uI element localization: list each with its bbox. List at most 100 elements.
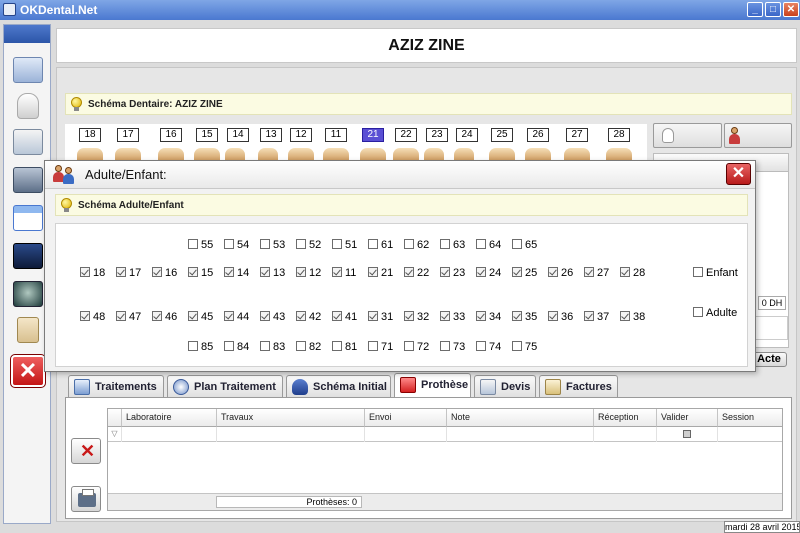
tooth-14[interactable]: 14 <box>227 128 249 142</box>
tooth-checkbox-41[interactable]: 41 <box>332 311 357 325</box>
tooth-checkbox-83[interactable]: 83 <box>260 341 285 355</box>
table-cell[interactable] <box>365 427 447 442</box>
tooth-checkbox-28[interactable]: 28 <box>620 267 645 281</box>
tooth-18[interactable]: 18 <box>79 128 101 142</box>
checkbox-box[interactable] <box>548 311 558 322</box>
tooth-checkbox-47[interactable]: 47 <box>116 311 141 325</box>
table-cell[interactable] <box>594 427 657 442</box>
checkbox-box[interactable] <box>296 267 306 278</box>
column-header[interactable]: Réception <box>594 409 657 427</box>
tab-factures[interactable]: Factures <box>539 375 618 397</box>
tooth-checkbox-36[interactable]: 36 <box>548 311 573 325</box>
column-header[interactable]: Laboratoire <box>122 409 217 427</box>
tooth-28[interactable]: 28 <box>608 128 630 142</box>
tooth-26[interactable]: 26 <box>527 128 549 142</box>
sidebar-item-photos[interactable] <box>9 239 47 273</box>
checkbox-box[interactable] <box>260 311 270 322</box>
tooth-checkbox-25[interactable]: 25 <box>512 267 537 281</box>
tooth-25[interactable]: 25 <box>491 128 513 142</box>
sidebar-item-dental[interactable] <box>9 89 47 123</box>
sidebar-item-patient[interactable] <box>9 53 47 87</box>
column-header[interactable]: Note <box>447 409 594 427</box>
checkbox-box[interactable] <box>476 267 486 278</box>
checkbox-box[interactable] <box>224 341 234 352</box>
tooth-checkbox-13[interactable]: 13 <box>260 267 285 281</box>
tooth-checkbox-82[interactable]: 82 <box>296 341 321 355</box>
tooth-checkbox-53[interactable]: 53 <box>260 239 285 253</box>
checkbox-box[interactable] <box>260 341 270 352</box>
checkbox-box[interactable] <box>620 311 630 322</box>
amount-field[interactable]: 0 DH <box>758 296 786 310</box>
checkbox-box[interactable] <box>512 341 522 352</box>
tooth-checkbox-74[interactable]: 74 <box>476 341 501 355</box>
checkbox-box[interactable] <box>296 341 306 352</box>
tooth-checkbox-14[interactable]: 14 <box>224 267 249 281</box>
tooth-checkbox-22[interactable]: 22 <box>404 267 429 281</box>
tooth-checkbox-65[interactable]: 65 <box>512 239 537 253</box>
tooth-checkbox-73[interactable]: 73 <box>440 341 465 355</box>
checkbox-box[interactable] <box>188 239 198 250</box>
tooth-checkbox-71[interactable]: 71 <box>368 341 393 355</box>
checkbox-box[interactable] <box>80 267 90 278</box>
side-tab-people[interactable] <box>724 123 792 148</box>
checkbox-box[interactable] <box>368 341 378 352</box>
tooth-checkbox-81[interactable]: 81 <box>332 341 357 355</box>
checkbox-box[interactable] <box>332 267 342 278</box>
tooth-15[interactable]: 15 <box>196 128 218 142</box>
checkbox-box[interactable] <box>476 341 486 352</box>
checkbox-box[interactable] <box>260 239 270 250</box>
checkbox-box[interactable] <box>368 239 378 250</box>
tooth-checkbox-46[interactable]: 46 <box>152 311 177 325</box>
tooth-24[interactable]: 24 <box>456 128 478 142</box>
checkbox-box[interactable] <box>188 311 198 322</box>
acte-button[interactable]: Acte <box>751 352 787 367</box>
tooth-checkbox-51[interactable]: 51 <box>332 239 357 253</box>
tooth-checkbox-38[interactable]: 38 <box>620 311 645 325</box>
checkbox-box[interactable] <box>224 239 234 250</box>
tooth-checkbox-72[interactable]: 72 <box>404 341 429 355</box>
tooth-27[interactable]: 27 <box>566 128 588 142</box>
checkbox-box[interactable] <box>512 239 522 250</box>
tooth-checkbox-44[interactable]: 44 <box>224 311 249 325</box>
maximize-button[interactable]: □ <box>765 2 781 17</box>
exit-button[interactable]: ✕ <box>10 354 46 388</box>
checkbox-box[interactable] <box>188 341 198 352</box>
table-filter-row[interactable]: ▽ <box>108 427 782 442</box>
tab-devis[interactable]: Devis <box>474 375 536 397</box>
tab-plan-traitement[interactable]: Plan Traitement <box>167 375 283 397</box>
table-cell[interactable] <box>447 427 594 442</box>
tooth-11[interactable]: 11 <box>325 128 347 142</box>
tooth-checkbox-37[interactable]: 37 <box>584 311 609 325</box>
tooth-checkbox-84[interactable]: 84 <box>224 341 249 355</box>
table-cell[interactable] <box>217 427 365 442</box>
checkbox-box[interactable] <box>368 311 378 322</box>
tab-schema-initial[interactable]: Schéma Initial <box>286 375 391 397</box>
delete-button[interactable]: ✕ <box>71 438 101 464</box>
checkbox-box[interactable] <box>188 267 198 278</box>
checkbox-box[interactable] <box>404 267 414 278</box>
tooth-checkbox-54[interactable]: 54 <box>224 239 249 253</box>
checkbox-box[interactable] <box>512 311 522 322</box>
tooth-22[interactable]: 22 <box>395 128 417 142</box>
checkbox-box[interactable] <box>440 311 450 322</box>
tooth-checkbox-61[interactable]: 61 <box>368 239 393 253</box>
adulte-checkbox[interactable]: Adulte <box>693 307 737 321</box>
window-close-button[interactable]: ✕ <box>783 2 799 17</box>
checkbox-box[interactable] <box>584 267 594 278</box>
checkbox-box[interactable] <box>296 239 306 250</box>
tooth-13[interactable]: 13 <box>260 128 282 142</box>
tooth-17[interactable]: 17 <box>117 128 139 142</box>
tooth-checkbox-27[interactable]: 27 <box>584 267 609 281</box>
tooth-checkbox-15[interactable]: 15 <box>188 267 213 281</box>
dialog-close-button[interactable]: ✕ <box>726 163 751 185</box>
tooth-checkbox-11[interactable]: 11 <box>332 267 356 281</box>
sidebar-item-documents[interactable] <box>9 125 47 159</box>
tooth-checkbox-24[interactable]: 24 <box>476 267 501 281</box>
sidebar-item-agenda[interactable] <box>9 201 47 235</box>
checkbox-box[interactable] <box>296 311 306 322</box>
tooth-checkbox-52[interactable]: 52 <box>296 239 321 253</box>
tooth-checkbox-48[interactable]: 48 <box>80 311 105 325</box>
column-header[interactable]: Envoi <box>365 409 447 427</box>
minimize-button[interactable]: _ <box>747 2 763 17</box>
tooth-checkbox-26[interactable]: 26 <box>548 267 573 281</box>
